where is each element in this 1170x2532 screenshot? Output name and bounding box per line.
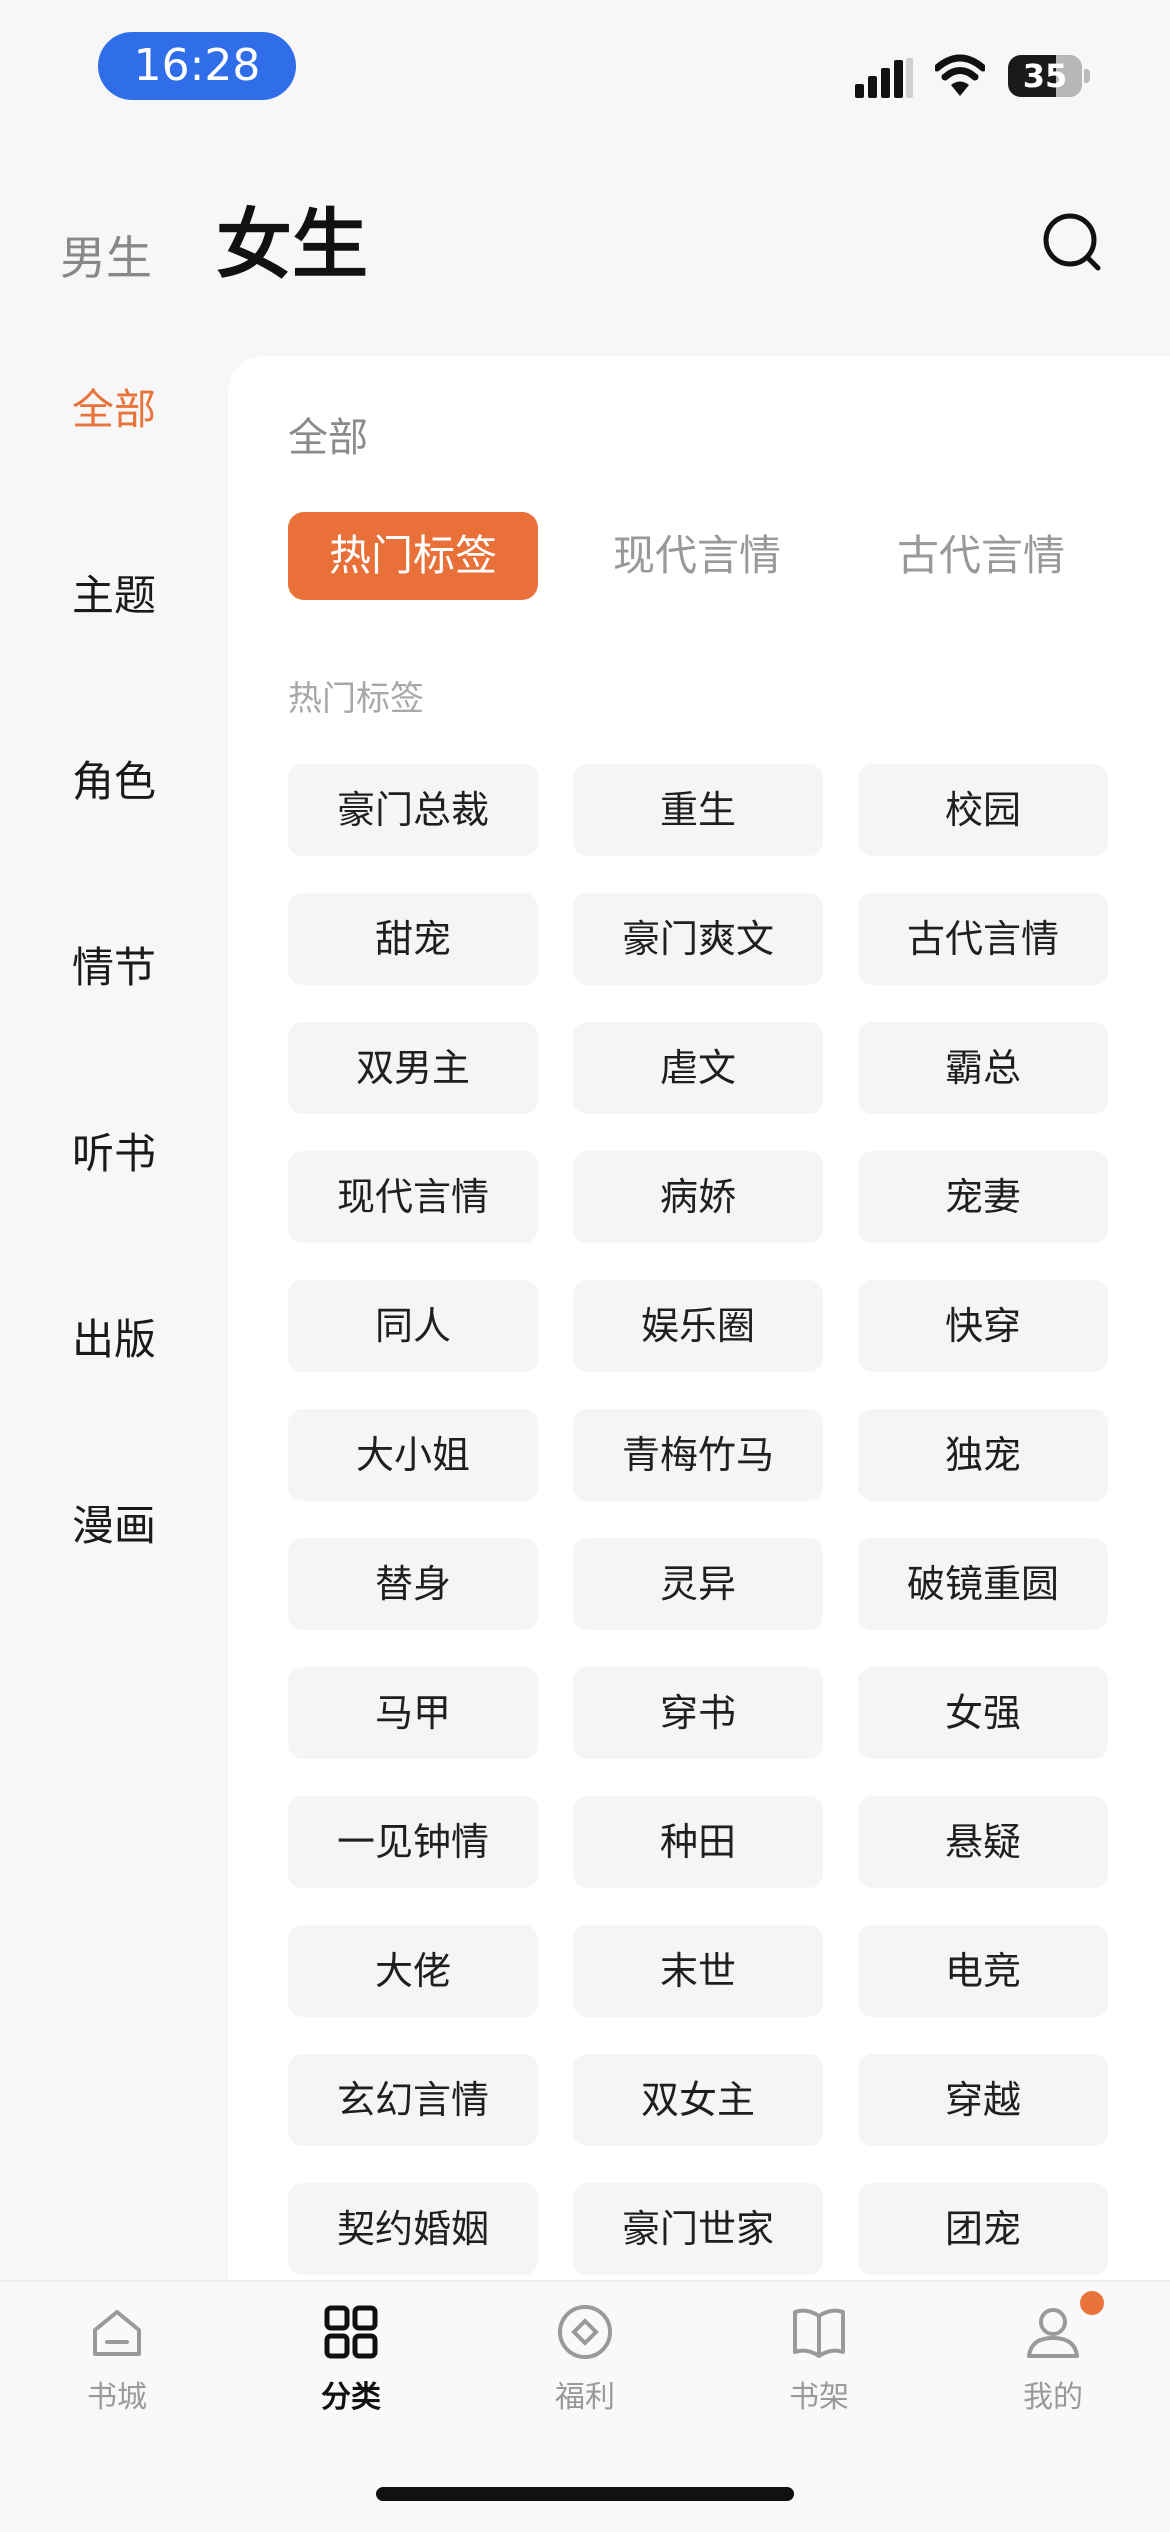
nav-label: 书城: [87, 2380, 147, 2415]
tag-chip[interactable]: 娱乐圈: [573, 1280, 823, 1372]
tag-chip[interactable]: 末世: [573, 1925, 823, 2017]
sidebar-item[interactable]: 角色: [0, 732, 228, 832]
tab-female[interactable]: 女生: [216, 200, 368, 290]
grid-icon: [324, 2305, 378, 2359]
status-time: 16:28: [98, 32, 296, 100]
tag-chip[interactable]: 豪门总裁: [288, 764, 538, 856]
tag-chip[interactable]: 同人: [288, 1280, 538, 1372]
tag-chip[interactable]: 校园: [858, 764, 1108, 856]
tag-chip[interactable]: 重生: [573, 764, 823, 856]
tab-male[interactable]: 男生: [60, 228, 152, 288]
tag-chip[interactable]: 电竞: [858, 1925, 1108, 2017]
tag-chip[interactable]: 双男主: [288, 1022, 538, 1114]
section-title: 全部: [288, 415, 368, 461]
nav-item[interactable]: 分类: [234, 2282, 468, 2442]
sub-tab[interactable]: 古代言情: [856, 512, 1106, 600]
book-icon: [793, 2308, 845, 2358]
tag-chip[interactable]: 甜宠: [288, 893, 538, 985]
status-bar: 16:28 35: [0, 0, 1170, 140]
tag-chip[interactable]: 现代言情: [288, 1151, 538, 1243]
tag-chip[interactable]: 宠妻: [858, 1151, 1108, 1243]
search-icon[interactable]: [1040, 210, 1104, 274]
tag-chip[interactable]: 女强: [858, 1667, 1108, 1759]
tag-chip[interactable]: 穿越: [858, 2054, 1108, 2146]
home-indicator: [376, 2487, 794, 2501]
tag-chip[interactable]: 灵异: [573, 1538, 823, 1630]
tag-chip[interactable]: 古代言情: [858, 893, 1108, 985]
tag-panel: 全部 热门标签 现代言情 古代言情 热门标签 豪门总裁 重生 校园 甜宠 豪门爽文 古代言情双…: [228, 356, 1170, 2280]
nav-label: 我的: [1023, 2380, 1083, 2415]
tag-chip[interactable]: 替身: [288, 1538, 538, 1630]
nav-label: 分类: [321, 2380, 381, 2415]
tag-chip[interactable]: 一见钟情: [288, 1796, 538, 1888]
nav-label: 书架: [789, 2380, 849, 2415]
battery-body: 35: [1008, 55, 1082, 97]
tag-chip[interactable]: 穿书: [573, 1667, 823, 1759]
tag-chip[interactable]: 马甲: [288, 1667, 538, 1759]
user-icon: [1027, 2308, 1079, 2358]
tag-chip[interactable]: 种田: [573, 1796, 823, 1888]
tag-chip[interactable]: 双女主: [573, 2054, 823, 2146]
sidebar-item[interactable]: 听书: [0, 1104, 228, 1204]
tag-chip[interactable]: 青梅竹马: [573, 1409, 823, 1501]
tag-chip[interactable]: 大小姐: [288, 1409, 538, 1501]
notification-badge: [1080, 2291, 1104, 2315]
tags-section-title: 热门标签: [288, 679, 424, 719]
tag-chip[interactable]: 玄幻言情: [288, 2054, 538, 2146]
coin-icon: [558, 2305, 612, 2359]
tag-chip[interactable]: 豪门爽文: [573, 893, 823, 985]
nav-item[interactable]: 书架: [702, 2282, 936, 2442]
tag-chip[interactable]: 契约婚姻: [288, 2183, 538, 2275]
page: 16:28 35 男生 女生 全部 主题 角色 情节 听书 出版 漫画 全部 热…: [0, 0, 1170, 2532]
sidebar-item[interactable]: 出版: [0, 1290, 228, 1390]
sidebar-item[interactable]: 情节: [0, 918, 228, 1018]
nav-item[interactable]: 我的: [936, 2282, 1170, 2442]
battery-tip: [1084, 69, 1090, 83]
tag-chip[interactable]: 破镜重圆: [858, 1538, 1108, 1630]
battery-percent: 35: [1022, 57, 1068, 95]
sidebar-item[interactable]: 主题: [0, 546, 228, 646]
nav-item[interactable]: 书城: [0, 2282, 234, 2442]
tag-chip[interactable]: 快穿: [858, 1280, 1108, 1372]
cellular-signal-icon: [855, 58, 913, 98]
nav-label: 福利: [555, 2380, 615, 2415]
wifi-icon: [935, 54, 985, 96]
sub-tab[interactable]: 现代言情: [572, 512, 822, 600]
tag-chip[interactable]: 虐文: [573, 1022, 823, 1114]
tag-chip[interactable]: 悬疑: [858, 1796, 1108, 1888]
tag-chip[interactable]: 团宠: [858, 2183, 1108, 2275]
tag-chip[interactable]: 病娇: [573, 1151, 823, 1243]
home-icon: [93, 2310, 141, 2356]
tag-chip[interactable]: 大佬: [288, 1925, 538, 2017]
tag-chip[interactable]: 独宠: [858, 1409, 1108, 1501]
sidebar-item[interactable]: 全部: [0, 360, 228, 460]
sidebar-item[interactable]: 漫画: [0, 1476, 228, 1576]
battery-indicator: 35: [1008, 55, 1090, 97]
nav-item[interactable]: 福利: [468, 2282, 702, 2442]
tag-chip[interactable]: 豪门世家: [573, 2183, 823, 2275]
tag-chip[interactable]: 霸总: [858, 1022, 1108, 1114]
sub-tab[interactable]: 热门标签: [288, 512, 538, 600]
